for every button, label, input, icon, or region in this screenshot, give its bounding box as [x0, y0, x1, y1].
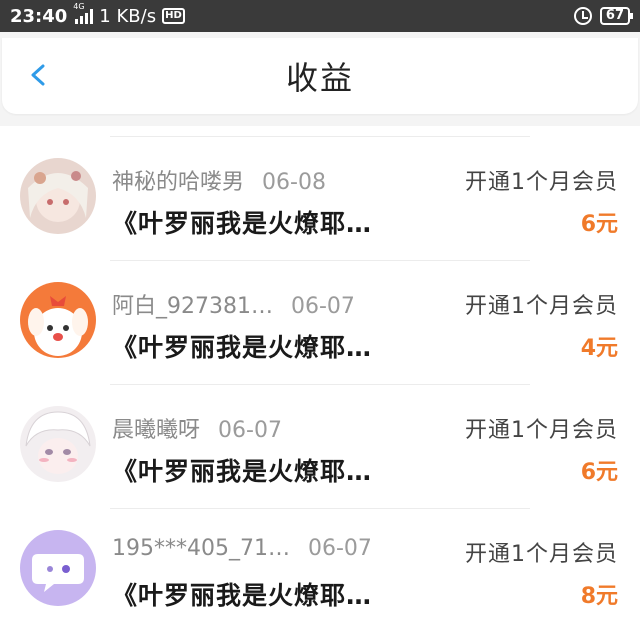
divider — [110, 260, 530, 261]
divider — [110, 136, 530, 137]
book-title: 《叶罗丽我是火燎耶… — [112, 581, 373, 610]
signal-icon: 4G — [73, 2, 94, 24]
status-time: 23:40 — [10, 5, 68, 27]
book-title: 《叶罗丽我是火燎耶… — [112, 209, 373, 238]
list-item[interactable]: 晨曦曦呀 06-07 《叶罗丽我是火燎耶… 开通1个月会员 6元 — [0, 374, 640, 498]
record-amount: 6元 — [580, 212, 618, 237]
anime-boy-avatar[interactable] — [20, 406, 96, 482]
record-type: 开通1个月会员 — [465, 294, 618, 319]
hd-icon: HD — [162, 8, 185, 24]
network-type: 4G — [73, 2, 85, 11]
record-amount: 6元 — [580, 460, 618, 485]
record-amount: 8元 — [580, 584, 618, 609]
record-date: 06-07 — [307, 536, 372, 561]
page-title: 收益 — [285, 59, 354, 97]
record-type: 开通1个月会员 — [465, 170, 618, 195]
list-item[interactable]: 阿白_927381… 06-07 《叶罗丽我是火燎耶… 开通1个月会员 4元 — [0, 250, 640, 374]
book-title: 《叶罗丽我是火燎耶… — [112, 457, 373, 486]
user-name: 神秘的哈喽男 — [112, 170, 245, 195]
user-name: 阿白_927381… — [112, 294, 273, 319]
earnings-list: 神秘的哈喽男 06-08 《叶罗丽我是火燎耶… 开通1个月会员 6元 阿白_927… — [0, 126, 640, 641]
list-item[interactable]: 神秘的哈喽男 06-08 《叶罗丽我是火燎耶… 开通1个月会员 6元 — [0, 126, 640, 250]
record-type: 开通1个月会员 — [465, 418, 618, 443]
user-name: 晨曦曦呀 — [112, 418, 201, 443]
record-date: 06-08 — [262, 170, 326, 195]
status-bar: 23:40 4G 1 KB/s HD 67 — [0, 0, 640, 32]
anime-girl-avatar[interactable] — [20, 158, 96, 234]
chevron-left-icon[interactable] — [28, 64, 50, 86]
cartoon-dog-avatar[interactable] — [20, 282, 96, 358]
record-amount: 4元 — [580, 336, 618, 361]
record-date: 06-07 — [290, 294, 355, 319]
user-name: 195***405_71… — [112, 536, 290, 561]
network-speed: 1 KB/s — [99, 5, 157, 27]
battery-icon: 67 — [599, 7, 634, 25]
page-header: 收益 — [2, 38, 638, 114]
chat-bubble-avatar[interactable] — [20, 530, 96, 606]
record-type: 开通1个月会员 — [465, 542, 618, 567]
divider — [110, 384, 530, 385]
record-date: 06-07 — [218, 418, 282, 443]
alarm-icon — [573, 7, 592, 25]
book-title: 《叶罗丽我是火燎耶… — [112, 333, 373, 362]
list-item[interactable]: 195***405_71… 06-07 《叶罗丽我是火燎耶… 开通1个月会员 8元 — [0, 498, 640, 622]
divider — [110, 508, 530, 509]
